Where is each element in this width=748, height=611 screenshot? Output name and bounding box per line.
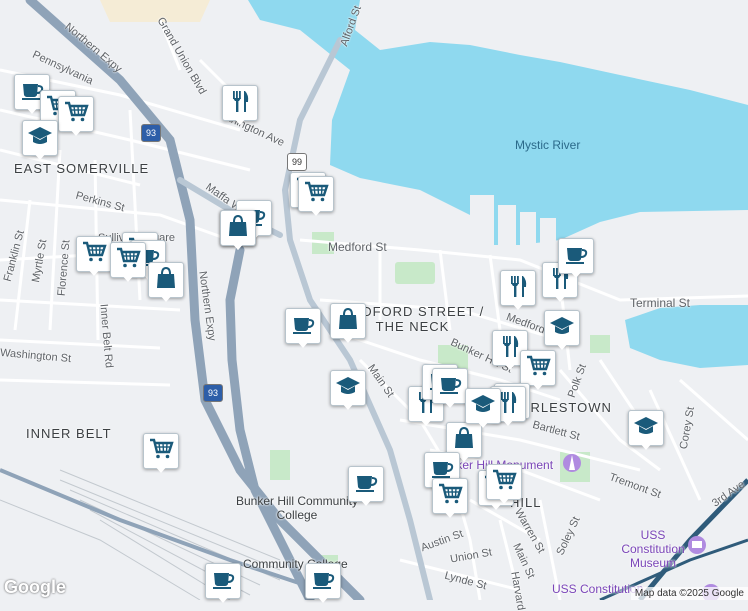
cart-icon: [62, 98, 90, 131]
shopping-bag-icon: [224, 212, 252, 245]
map-marker-store[interactable]: [220, 210, 256, 252]
interstate-93-shield: 93: [141, 124, 161, 142]
map-marker-school[interactable]: [465, 388, 501, 430]
coffee-icon: [352, 468, 380, 501]
water-label: Mystic River: [515, 138, 581, 152]
poi-label: USS Constitution Museum: [621, 528, 685, 570]
route-99-shield: 99: [287, 153, 307, 171]
coffee-icon: [209, 565, 237, 598]
map-marker-coffee[interactable]: [285, 308, 321, 350]
map-marker-store[interactable]: [330, 303, 366, 345]
shopping-bag-icon: [334, 305, 362, 338]
map-marker-shopping[interactable]: [298, 176, 334, 218]
cart-icon: [490, 466, 518, 499]
cart-icon: [147, 435, 175, 468]
poi-label: Bunker Hill Community College: [235, 494, 359, 522]
map-marker-shopping[interactable]: [486, 464, 522, 506]
coffee-icon: [562, 240, 590, 273]
cart-icon: [114, 244, 142, 277]
map-marker-store[interactable]: [148, 262, 184, 304]
shopping-bag-icon: [152, 264, 180, 297]
graduation-cap-icon: [334, 372, 362, 405]
area-label: EAST SOMERVILLE: [14, 161, 150, 176]
map-marker-shopping[interactable]: [143, 433, 179, 475]
cart-icon: [524, 352, 552, 385]
map-marker-coffee[interactable]: [305, 563, 341, 605]
map-marker-shopping[interactable]: [58, 96, 94, 138]
coffee-icon: [309, 565, 337, 598]
street-label: Medford St: [328, 240, 387, 254]
map-attribution: Map data ©2025 Google: [630, 587, 748, 600]
map-marker-coffee[interactable]: [348, 466, 384, 508]
cart-icon: [436, 480, 464, 513]
graduation-cap-icon: [632, 412, 660, 445]
interstate-93-shield: 93: [203, 384, 223, 402]
graduation-cap-icon: [469, 390, 497, 423]
google-logo: Google: [4, 577, 66, 597]
map-marker-restaurant[interactable]: [500, 270, 536, 312]
graduation-cap-icon: [26, 122, 54, 155]
poi-label: USS Constitution: [552, 582, 644, 596]
coffee-icon: [436, 370, 464, 403]
map-marker-coffee[interactable]: [432, 368, 468, 410]
map-marker-coffee[interactable]: [558, 238, 594, 280]
map-marker-shopping[interactable]: [110, 242, 146, 284]
map-marker-school[interactable]: [330, 370, 366, 412]
map-marker-school[interactable]: [22, 120, 58, 162]
cart-icon: [302, 178, 330, 211]
map-marker-coffee[interactable]: [205, 563, 241, 605]
map-marker-shopping[interactable]: [432, 478, 468, 520]
cart-icon: [80, 238, 108, 271]
map-marker-school[interactable]: [628, 410, 664, 452]
map-marker-shopping[interactable]: [76, 236, 112, 278]
area-label: INNER BELT: [26, 426, 112, 441]
utensils-icon: [504, 272, 532, 305]
monument-icon: [563, 454, 581, 472]
utensils-icon: [226, 87, 254, 120]
street-label: Terminal St: [630, 296, 691, 310]
graduation-cap-icon: [548, 312, 576, 345]
coffee-icon: [289, 310, 317, 343]
map-marker-school[interactable]: [544, 310, 580, 352]
map-marker-restaurant[interactable]: [222, 85, 258, 127]
